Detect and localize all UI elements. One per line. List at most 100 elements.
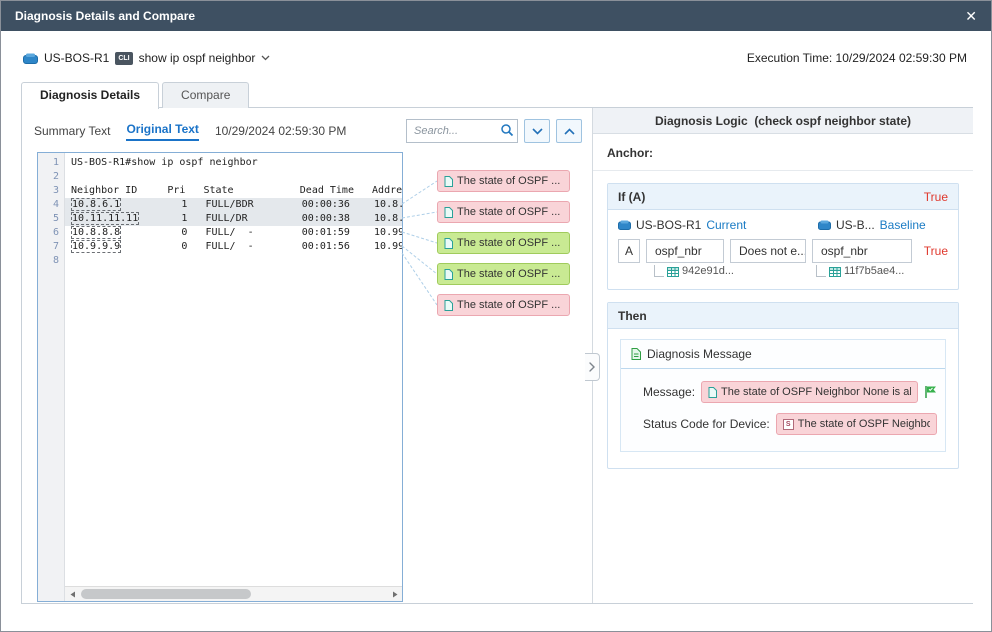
tag-label: The state of OSPF ... xyxy=(457,206,560,218)
scrollbar-thumb[interactable] xyxy=(81,589,251,599)
line-number-gutter: 1 2 3 4 5 6 7 8 xyxy=(38,153,65,601)
device-icon xyxy=(23,53,38,64)
if-block-body: US-BOS-R1 Current US-B... Baseline A xyxy=(608,210,958,289)
current-label[interactable]: Current xyxy=(706,218,746,232)
current-variable-box[interactable]: ospf_nbr xyxy=(646,239,724,263)
line-number: 7 xyxy=(38,240,64,254)
tree-elbow xyxy=(816,265,826,277)
diagnosis-message-header: Diagnosis Message xyxy=(621,340,945,369)
diagnosis-message-box: Diagnosis Message Message: The state of … xyxy=(620,339,946,452)
scroll-right-arrow-icon[interactable] xyxy=(387,587,402,601)
find-next-button[interactable] xyxy=(524,119,550,143)
find-previous-button[interactable] xyxy=(556,119,582,143)
execution-time: Execution Time: 10/29/2024 02:59:30 PM xyxy=(747,51,967,65)
collapse-pane-button[interactable] xyxy=(585,353,600,381)
chevron-down-icon[interactable] xyxy=(261,55,270,61)
toolbar: US-BOS-R1 CLI show ip ospf neighbor Exec… xyxy=(23,47,967,69)
baseline-table-id: 11f7b5ae4... xyxy=(844,265,904,277)
tab-compare[interactable]: Compare xyxy=(162,82,249,108)
flag-check-icon[interactable] xyxy=(924,385,937,399)
code-line-5: 10.11.11.11 1 FULL/DR 00:00:38 10.8. xyxy=(65,212,402,226)
main-panel: Summary Text Original Text 10/29/2024 02… xyxy=(21,107,973,604)
code-line-4: 10.8.6.1 1 FULL/BDR 00:00:36 10.8. xyxy=(65,198,402,212)
code-text: 0 FULL/ - 00:01:59 10.99 xyxy=(121,227,402,238)
message-label: Message: xyxy=(643,385,695,399)
table-icon xyxy=(829,267,841,277)
diagnosis-tag[interactable]: The state of OSPF ... xyxy=(437,263,570,285)
horizontal-scrollbar[interactable] xyxy=(65,586,402,601)
current-table-ref[interactable]: 942e91d... xyxy=(654,265,734,277)
document-icon xyxy=(444,300,453,311)
output-pane: Summary Text Original Text 10/29/2024 02… xyxy=(22,108,592,603)
code-line-1: US-BOS-R1#show ip ospf neighbor xyxy=(65,156,402,170)
operator-box[interactable]: Does not e... xyxy=(730,239,806,263)
tag-label: The state of OSPF ... xyxy=(457,268,560,280)
document-icon xyxy=(708,387,717,398)
tab-diagnosis-details[interactable]: Diagnosis Details xyxy=(21,82,159,109)
cli-badge: CLI xyxy=(115,52,132,65)
diagnosis-dialog: Diagnosis Details and Compare ✕ US-BOS-R… xyxy=(0,0,992,632)
neighbor-id-match[interactable]: 10.8.6.1 xyxy=(71,198,121,211)
scroll-left-arrow-icon[interactable] xyxy=(65,587,80,601)
code-line-8 xyxy=(65,254,402,268)
search-icon[interactable] xyxy=(500,123,514,137)
line-number: 8 xyxy=(38,254,64,268)
search-box xyxy=(406,119,518,143)
device-row: US-BOS-R1 Current US-B... Baseline xyxy=(618,218,948,232)
then-block-body: Diagnosis Message Message: The state of … xyxy=(608,329,958,468)
neighbor-id-match[interactable]: 10.11.11.11 xyxy=(71,212,139,225)
tree-elbow xyxy=(654,265,664,277)
then-block-header: Then xyxy=(608,303,958,329)
command-selector[interactable]: show ip ospf neighbor xyxy=(139,51,256,65)
neighbor-id-match[interactable]: 10.8.8.8 xyxy=(71,226,121,239)
title-bar: Diagnosis Details and Compare ✕ xyxy=(1,1,991,31)
if-block: If (A) True US-BOS-R1 Current xyxy=(607,183,959,290)
close-icon[interactable]: ✕ xyxy=(965,9,977,23)
anchor-letter-box: A xyxy=(618,239,640,263)
baseline-label[interactable]: Baseline xyxy=(880,218,926,232)
then-block: Then Diagnosis Message Message: xyxy=(607,302,959,469)
status-code-row: Status Code for Device: S The state of O… xyxy=(643,413,937,435)
baseline-table-ref[interactable]: 11f7b5ae4... xyxy=(816,265,904,277)
original-text-tab[interactable]: Original Text xyxy=(126,122,198,141)
then-title: Then xyxy=(618,309,647,323)
tag-label: The state of OSPF ... xyxy=(457,299,560,311)
output-timestamp: 10/29/2024 02:59:30 PM xyxy=(215,124,346,138)
diagnosis-tag[interactable]: The state of OSPF ... xyxy=(437,170,570,192)
tag-label: The state of OSPF ... xyxy=(457,175,560,187)
line-number: 4 xyxy=(38,198,64,212)
condition-result: True xyxy=(924,244,948,258)
diagnosis-message-rows: Message: The state of OSPF Neighbor None… xyxy=(621,369,945,451)
message-chip[interactable]: The state of OSPF Neighbor None is abn..… xyxy=(701,381,918,403)
document-icon xyxy=(444,176,453,187)
logic-pane-title: Diagnosis Logic (check ospf neighbor sta… xyxy=(593,108,973,134)
diagnosis-tag[interactable]: The state of OSPF ... xyxy=(437,294,570,316)
condition-row: A ospf_nbr Does not e... ospf_nbr True xyxy=(618,239,948,263)
neighbor-id-match[interactable]: 10.9.9.9 xyxy=(71,240,121,253)
document-icon xyxy=(444,269,453,280)
code-line-6: 10.8.8.8 0 FULL/ - 00:01:59 10.99 xyxy=(65,226,402,240)
summary-text-tab[interactable]: Summary Text xyxy=(34,124,110,138)
cli-output-viewer[interactable]: 1 2 3 4 5 6 7 8 US-BOS-R1#show ip ospf n… xyxy=(37,152,403,602)
code-line-7: 10.9.9.9 0 FULL/ - 00:01:56 10.99 xyxy=(65,240,402,254)
message-row: Message: The state of OSPF Neighbor None… xyxy=(643,381,937,403)
code-line-3: Neighbor ID Pri State Dead Time Addre xyxy=(65,184,402,198)
message-document-icon xyxy=(631,348,641,360)
status-code-label: Status Code for Device: xyxy=(643,417,770,431)
diagnosis-logic-pane: Diagnosis Logic (check ospf neighbor sta… xyxy=(592,108,973,603)
message-chip-text: The state of OSPF Neighbor None is abn..… xyxy=(721,386,911,398)
tab-strip: Diagnosis Details Compare xyxy=(21,82,252,108)
diagnosis-tag[interactable]: The state of OSPF ... xyxy=(437,232,570,254)
view-switch-row: Summary Text Original Text 10/29/2024 02… xyxy=(34,118,582,144)
device-icon xyxy=(818,220,831,230)
line-number: 2 xyxy=(38,170,64,184)
code-text: US-BOS-R1#show ip ospf neighbor xyxy=(71,157,258,168)
diagnosis-tag[interactable]: The state of OSPF ... xyxy=(437,201,570,223)
code-line-2 xyxy=(65,170,402,184)
current-device-group: US-BOS-R1 Current xyxy=(618,218,818,232)
code-text: 0 FULL/ - 00:01:56 10.99 xyxy=(121,241,402,252)
if-result: True xyxy=(924,190,948,204)
document-icon xyxy=(444,207,453,218)
baseline-variable-box[interactable]: ospf_nbr xyxy=(812,239,912,263)
status-code-chip[interactable]: S The state of OSPF Neighbor N... xyxy=(776,413,937,435)
